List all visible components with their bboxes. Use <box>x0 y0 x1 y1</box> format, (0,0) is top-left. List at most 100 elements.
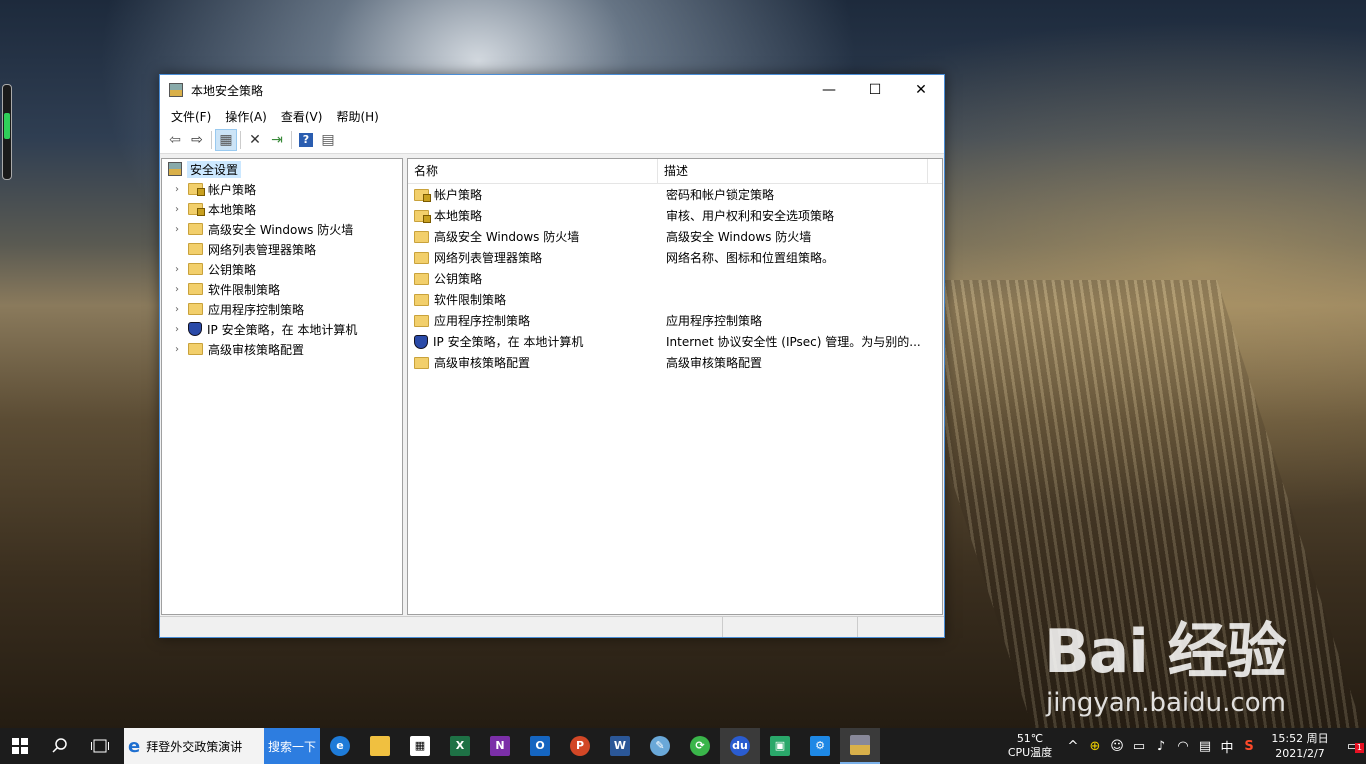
menu-file[interactable]: 文件(F) <box>164 108 218 125</box>
list-item[interactable]: 公钥策略 <box>408 268 942 289</box>
tree-root-label: 安全设置 <box>187 160 242 178</box>
list-item[interactable]: IP 安全策略，在 本地计算机 Internet 协议安全性 (IPsec) 管… <box>408 331 942 352</box>
folder-icon <box>414 230 429 243</box>
tree-item-public-key-policies[interactable]: › 公钥策略 <box>162 259 402 279</box>
windows-start-icon[interactable] <box>0 728 40 764</box>
export-list-icon[interactable]: ⇥ <box>266 129 288 151</box>
title-bar[interactable]: 本地安全策略 — ☐ ✕ <box>160 75 944 105</box>
ip-security-icon <box>414 334 428 349</box>
tree-item-local-policies[interactable]: › 本地策略 <box>162 199 402 219</box>
volume-icon[interactable]: ♪ <box>1150 739 1172 754</box>
battery-icon[interactable]: ▭ <box>1128 739 1150 754</box>
notification-count-badge: 1 <box>1354 742 1364 753</box>
chevron-right-icon[interactable]: › <box>170 304 184 315</box>
list-item[interactable]: 软件限制策略 <box>408 289 942 310</box>
outlook-icon[interactable]: O <box>520 728 560 764</box>
chevron-right-icon[interactable]: › <box>170 284 184 295</box>
excel-icon[interactable]: X <box>440 728 480 764</box>
details-pane: 名称 描述 帐户策略 密码和帐户锁定策略 本地策略 审核、用户权利和安全选项策略… <box>407 158 943 615</box>
clock-time: 15:52 周日 <box>1271 732 1329 745</box>
wifi-icon[interactable]: ◠ <box>1172 739 1194 754</box>
show-hide-tree-icon[interactable]: ▦ <box>215 129 237 151</box>
chevron-right-icon[interactable]: › <box>170 264 184 275</box>
tree-item-advanced-audit[interactable]: › 高级审核策略配置 <box>162 339 402 359</box>
list-item[interactable]: 应用程序控制策略 应用程序控制策略 <box>408 310 942 331</box>
column-header-name[interactable]: 名称 <box>408 159 658 183</box>
security-policy-taskbar-icon[interactable] <box>840 728 880 764</box>
list-item-description: 审核、用户权利和安全选项策略 <box>666 209 835 223</box>
plus-circle-icon[interactable]: ⊕ <box>1084 739 1106 754</box>
minimize-button[interactable]: — <box>806 75 852 105</box>
chevron-right-icon[interactable]: › <box>170 324 184 335</box>
tree-item-account-policies[interactable]: › 帐户策略 <box>162 179 402 199</box>
search-button[interactable]: 搜索一下 <box>264 728 320 764</box>
toolbar: ⇦ ⇨ ▦ ✕ ⇥ ? ▤ <box>160 127 944 154</box>
menu-action[interactable]: 操作(A) <box>218 108 274 125</box>
clock[interactable]: 15:52 周日 2021/2/7 <box>1260 731 1340 761</box>
tree-item-ip-security[interactable]: › IP 安全策略，在 本地计算机 <box>162 319 402 339</box>
maximize-button[interactable]: ☐ <box>852 75 898 105</box>
list-item[interactable]: 帐户策略 密码和帐户锁定策略 <box>408 184 942 205</box>
list-item-name: 应用程序控制策略 <box>434 314 531 328</box>
tree-item-app-control[interactable]: › 应用程序控制策略 <box>162 299 402 319</box>
back-arrow-icon[interactable]: ⇦ <box>164 129 186 151</box>
forward-arrow-icon[interactable]: ⇨ <box>186 129 208 151</box>
security-settings-icon <box>168 162 182 176</box>
list-item-name: IP 安全策略，在 本地计算机 <box>433 335 584 349</box>
ie-icon: e <box>128 735 141 757</box>
list-item[interactable]: 高级安全 Windows 防火墙 高级安全 Windows 防火墙 <box>408 226 942 247</box>
chevron-right-icon[interactable]: › <box>170 184 184 195</box>
paint-icon[interactable]: ✎ <box>640 728 680 764</box>
chevron-up-icon[interactable]: ^ <box>1062 739 1084 754</box>
watermark-logo: Bai 经验 <box>1044 617 1287 687</box>
tree-item-windows-firewall[interactable]: › 高级安全 Windows 防火墙 <box>162 219 402 239</box>
image-viewer-icon[interactable]: ▣ <box>760 728 800 764</box>
browser-green-icon[interactable]: ⟳ <box>680 728 720 764</box>
tree-item-software-restriction[interactable]: › 软件限制策略 <box>162 279 402 299</box>
close-button[interactable]: ✕ <box>898 75 944 105</box>
list-item-description: 密码和帐户锁定策略 <box>666 188 775 202</box>
edge-icon[interactable]: e <box>320 728 360 764</box>
column-header-description[interactable]: 描述 <box>658 159 928 183</box>
properties-icon[interactable]: ▤ <box>317 129 339 151</box>
folder-icon <box>414 272 429 285</box>
tree-item-label: 应用程序控制策略 <box>208 302 305 317</box>
folder-icon <box>188 243 203 255</box>
cpu-temperature[interactable]: 51℃ CPU温度 <box>998 732 1062 760</box>
task-view-icon[interactable] <box>80 728 120 764</box>
menu-view[interactable]: 查看(V) <box>274 108 330 125</box>
menu-help[interactable]: 帮助(H) <box>329 108 385 125</box>
menu-bar: 文件(F) 操作(A) 查看(V) 帮助(H) <box>160 105 944 127</box>
settings-gear-icon[interactable]: ⚙ <box>800 728 840 764</box>
baidu-icon[interactable]: du <box>720 728 760 764</box>
taskbar-search-box[interactable]: e 拜登外交政策演讲 <box>124 728 264 764</box>
tree-item-label: 高级审核策略配置 <box>208 342 305 357</box>
file-explorer-icon[interactable] <box>360 728 400 764</box>
list-item[interactable]: 高级审核策略配置 高级审核策略配置 <box>408 352 942 373</box>
user-tray-icon[interactable]: ☺ <box>1106 739 1128 754</box>
ime-indicator[interactable]: 中 <box>1216 737 1238 756</box>
delete-icon[interactable]: ✕ <box>244 129 266 151</box>
store-icon[interactable]: ▦ <box>400 728 440 764</box>
folder-icon <box>414 293 429 306</box>
list-item-name: 公钥策略 <box>434 272 483 286</box>
word-icon[interactable]: W <box>600 728 640 764</box>
onenote-icon[interactable]: N <box>480 728 520 764</box>
powerpoint-icon[interactable]: P <box>560 728 600 764</box>
notification-center-icon[interactable]: ▭ 1 <box>1340 739 1366 754</box>
search-icon[interactable] <box>40 728 80 764</box>
help-icon[interactable]: ? <box>295 129 317 151</box>
folder-icon <box>188 223 203 235</box>
folder-icon <box>414 314 429 327</box>
folder-lock-icon <box>188 203 205 216</box>
tree-root-security-settings[interactable]: 安全设置 <box>162 159 402 179</box>
chevron-right-icon[interactable]: › <box>170 344 184 355</box>
folder-icon <box>414 356 429 369</box>
sogou-ime-icon[interactable]: S <box>1238 739 1260 754</box>
list-item[interactable]: 本地策略 审核、用户权利和安全选项策略 <box>408 205 942 226</box>
chevron-right-icon[interactable]: › <box>170 204 184 215</box>
list-item[interactable]: 网络列表管理器策略 网络名称、图标和位置组策略。 <box>408 247 942 268</box>
tree-item-network-list-manager[interactable]: 网络列表管理器策略 <box>162 239 402 259</box>
keyboard-icon[interactable]: ▤ <box>1194 739 1216 754</box>
chevron-right-icon[interactable]: › <box>170 224 184 235</box>
